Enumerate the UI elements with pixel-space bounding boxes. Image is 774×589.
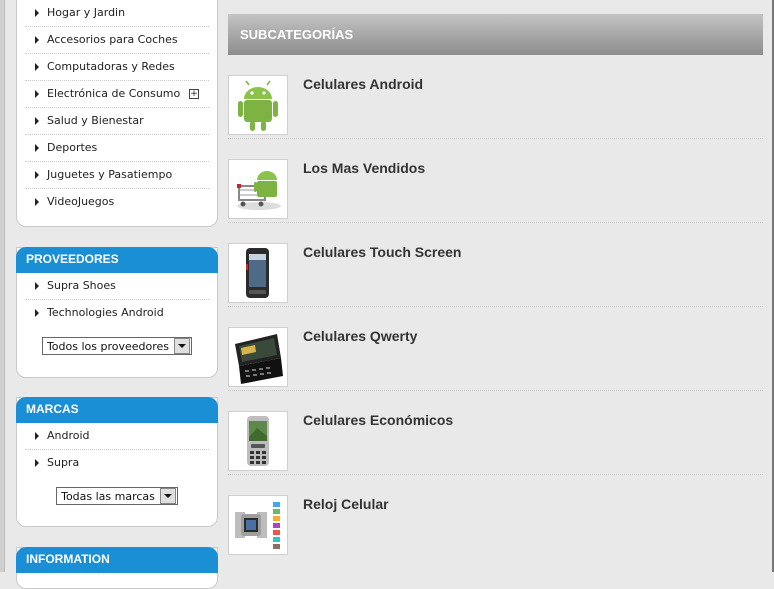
- subcategory-title[interactable]: Celulares Touch Screen: [303, 244, 461, 260]
- arrow-right-icon: [35, 432, 39, 440]
- candybar-phone-icon[interactable]: [228, 411, 288, 471]
- arrow-right-icon: [35, 198, 39, 206]
- category-item[interactable]: Deportes: [25, 135, 209, 162]
- qwerty-phone-icon[interactable]: [228, 327, 288, 387]
- category-item[interactable]: Hogar y Jardin: [25, 0, 209, 27]
- subcategory-title[interactable]: Los Mas Vendidos: [303, 160, 425, 176]
- arrow-right-icon: [35, 117, 39, 125]
- proveedor-item[interactable]: Supra Shoes: [25, 273, 209, 300]
- category-item[interactable]: Computadoras y Redes: [25, 54, 209, 81]
- arrow-right-icon: [35, 171, 39, 179]
- category-item[interactable]: Accesorios para Coches: [25, 27, 209, 54]
- touch-phone-icon[interactable]: [228, 243, 288, 303]
- marca-item[interactable]: Android: [25, 423, 209, 450]
- category-list: Hogar y Jardin Accesorios para Coches Co…: [17, 0, 217, 215]
- proveedor-item[interactable]: Technologies Android: [25, 300, 209, 326]
- arrow-right-icon: [35, 144, 39, 152]
- arrow-right-icon: [35, 9, 39, 17]
- category-item[interactable]: Salud y Bienestar: [25, 108, 209, 135]
- category-item[interactable]: Electrónica de Consumo +: [25, 81, 209, 108]
- arrow-right-icon: [35, 90, 39, 98]
- information-box: INFORMATION: [16, 547, 218, 589]
- watch-phone-icon[interactable]: [228, 495, 288, 555]
- category-item[interactable]: Juguetes y Pasatiempo: [25, 162, 209, 189]
- marcas-select[interactable]: Todas las marcas: [56, 487, 178, 505]
- expand-plus-icon[interactable]: +: [189, 89, 199, 99]
- subcategory-item[interactable]: Celulares Económicos: [228, 391, 763, 475]
- arrow-right-icon: [35, 282, 39, 290]
- subcategory-item[interactable]: Celulares Qwerty: [228, 307, 763, 391]
- marcas-title: MARCAS: [16, 397, 218, 423]
- subcategory-item[interactable]: Celulares Android: [228, 55, 763, 139]
- subcategories-panel: SUBCATEGORÍAS Celulares Android Los Mas …: [228, 14, 763, 558]
- information-title: INFORMATION: [16, 547, 218, 573]
- android-robot-icon[interactable]: [228, 75, 288, 135]
- subcategory-item[interactable]: Los Mas Vendidos: [228, 139, 763, 223]
- chevron-down-icon[interactable]: [159, 488, 176, 504]
- proveedores-select[interactable]: Todos los proveedores: [41, 337, 193, 355]
- subcategory-title[interactable]: Reloj Celular: [303, 496, 389, 512]
- arrow-right-icon: [35, 63, 39, 71]
- subcategory-title[interactable]: Celulares Económicos: [303, 412, 453, 428]
- arrow-right-icon: [35, 36, 39, 44]
- category-item[interactable]: VideoJuegos: [25, 189, 209, 215]
- android-shopping-cart-icon[interactable]: [228, 159, 288, 219]
- proveedores-list: Supra Shoes Technologies Android: [17, 273, 217, 326]
- subcategory-item[interactable]: Celulares Touch Screen: [228, 223, 763, 307]
- subcategory-item[interactable]: Reloj Celular: [228, 475, 763, 558]
- subcategories-header: SUBCATEGORÍAS: [228, 14, 763, 55]
- marcas-list: Android Supra: [17, 423, 217, 476]
- subcategory-title[interactable]: Celulares Android: [303, 76, 423, 92]
- arrow-right-icon: [35, 309, 39, 317]
- proveedores-title: PROVEEDORES: [16, 247, 218, 273]
- marcas-box: MARCAS Android Supra Todas las marcas: [16, 397, 218, 527]
- categories-box: Hogar y Jardin Accesorios para Coches Co…: [16, 0, 218, 227]
- proveedores-box: PROVEEDORES Supra Shoes Technologies And…: [16, 247, 218, 378]
- arrow-right-icon: [35, 459, 39, 467]
- marca-item[interactable]: Supra: [25, 450, 209, 476]
- chevron-down-icon[interactable]: [174, 338, 191, 354]
- page-left-border: [0, 0, 5, 572]
- subcategory-title[interactable]: Celulares Qwerty: [303, 328, 417, 344]
